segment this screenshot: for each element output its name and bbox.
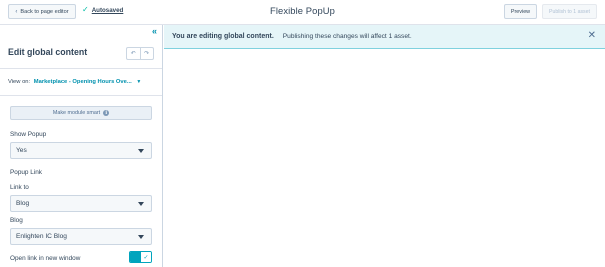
caret-down-icon [138,149,144,153]
smart-button-label: Make module smart [52,110,101,116]
show-popup-select[interactable]: Yes [10,142,152,159]
toggle-fill [130,252,141,262]
view-on-label: View on: [8,79,31,85]
view-on-selector[interactable]: View on: Marketplace - Opening Hours Ove… [8,79,141,85]
banner-text: Publishing these changes will affect 1 a… [282,33,412,40]
new-window-toggle[interactable]: ✓ [129,251,152,263]
double-chevron-left-icon[interactable]: « [152,26,157,36]
blog-value: Enlighten IC Blog [16,233,67,240]
show-popup-value: Yes [16,147,27,154]
blog-label: Blog [10,217,23,224]
info-icon: i [103,110,110,116]
check-icon: ✓ [141,252,151,262]
banner-bold-text: You are editing global content. [172,33,274,40]
sidebar: « Edit global content ↶ ↷ View on: Marke… [0,25,163,267]
show-popup-label: Show Popup [10,131,47,138]
undo-redo-group: ↶ ↷ [126,47,154,60]
preview-button[interactable]: Preview [504,4,537,19]
redo-icon[interactable]: ↷ [141,48,154,59]
divider [0,68,162,69]
link-to-select[interactable]: Blog [10,195,152,212]
caret-down-icon: ▼ [136,79,142,85]
link-to-value: Blog [16,200,30,207]
caret-down-icon [138,202,144,206]
make-module-smart-button[interactable]: Make module smart i [10,106,152,120]
close-icon[interactable]: ✕ [588,30,596,41]
view-on-value[interactable]: Marketplace - Opening Hours Ove... [34,79,132,85]
global-content-banner: You are editing global content. Publishi… [164,25,605,49]
blog-select[interactable]: Enlighten IC Blog [10,228,152,245]
caret-down-icon [138,235,144,239]
link-to-label: Link to [10,184,29,191]
divider [0,95,162,96]
undo-icon[interactable]: ↶ [127,48,141,59]
publish-button[interactable]: Publish to 1 asset [542,4,597,19]
new-window-label: Open link in new window [10,255,81,262]
popup-link-heading: Popup Link [10,169,42,176]
top-bar: ‹ Back to page editor ✓ Autosaved Flexib… [0,0,605,25]
sidebar-title: Edit global content [8,47,88,57]
